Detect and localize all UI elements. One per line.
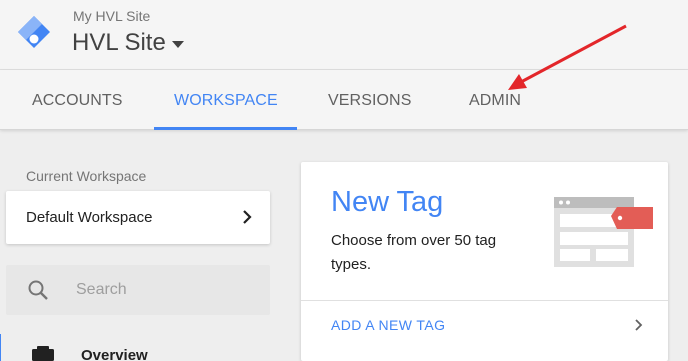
add-new-tag-button[interactable]: ADD A NEW TAG bbox=[331, 317, 445, 333]
new-tag-description: Choose from over 50 tag types. bbox=[331, 232, 497, 273]
briefcase-icon bbox=[32, 346, 54, 361]
sidebar-item-overview[interactable]: Overview bbox=[81, 347, 148, 361]
sidebar-active-rule bbox=[0, 334, 1, 361]
caret-down-icon bbox=[171, 41, 184, 48]
chevron-right-icon[interactable] bbox=[634, 318, 644, 332]
search-input[interactable] bbox=[76, 265, 261, 315]
chevron-right-icon bbox=[243, 210, 252, 224]
new-tag-card[interactable]: New Tag Choose from over 50 tag types. A… bbox=[301, 162, 668, 361]
tag-manager-logo[interactable] bbox=[14, 12, 54, 52]
container-selector[interactable]: HVL Site bbox=[72, 29, 184, 57]
app-header: My HVL Site HVL Site bbox=[0, 0, 688, 70]
new-tag-title[interactable]: New Tag bbox=[331, 186, 443, 219]
sidebar-search[interactable] bbox=[6, 265, 270, 315]
tab-admin[interactable]: ADMIN bbox=[469, 70, 521, 130]
current-workspace-label: Current Workspace bbox=[26, 168, 147, 184]
main-tab-bar: ACCOUNTS WORKSPACE VERSIONS ADMIN bbox=[0, 70, 688, 130]
tab-accounts[interactable]: ACCOUNTS bbox=[32, 70, 123, 130]
tab-versions[interactable]: VERSIONS bbox=[328, 70, 412, 130]
workspace-selector[interactable]: Default Workspace bbox=[6, 191, 270, 244]
container-name: HVL Site bbox=[72, 29, 166, 56]
tag-window-illustration bbox=[554, 197, 653, 267]
search-icon bbox=[28, 280, 48, 300]
card-divider bbox=[301, 300, 668, 301]
account-name: My HVL Site bbox=[73, 8, 151, 24]
tab-workspace[interactable]: WORKSPACE bbox=[174, 70, 278, 130]
workspace-name: Default Workspace bbox=[26, 209, 153, 226]
active-tab-indicator bbox=[154, 127, 297, 130]
